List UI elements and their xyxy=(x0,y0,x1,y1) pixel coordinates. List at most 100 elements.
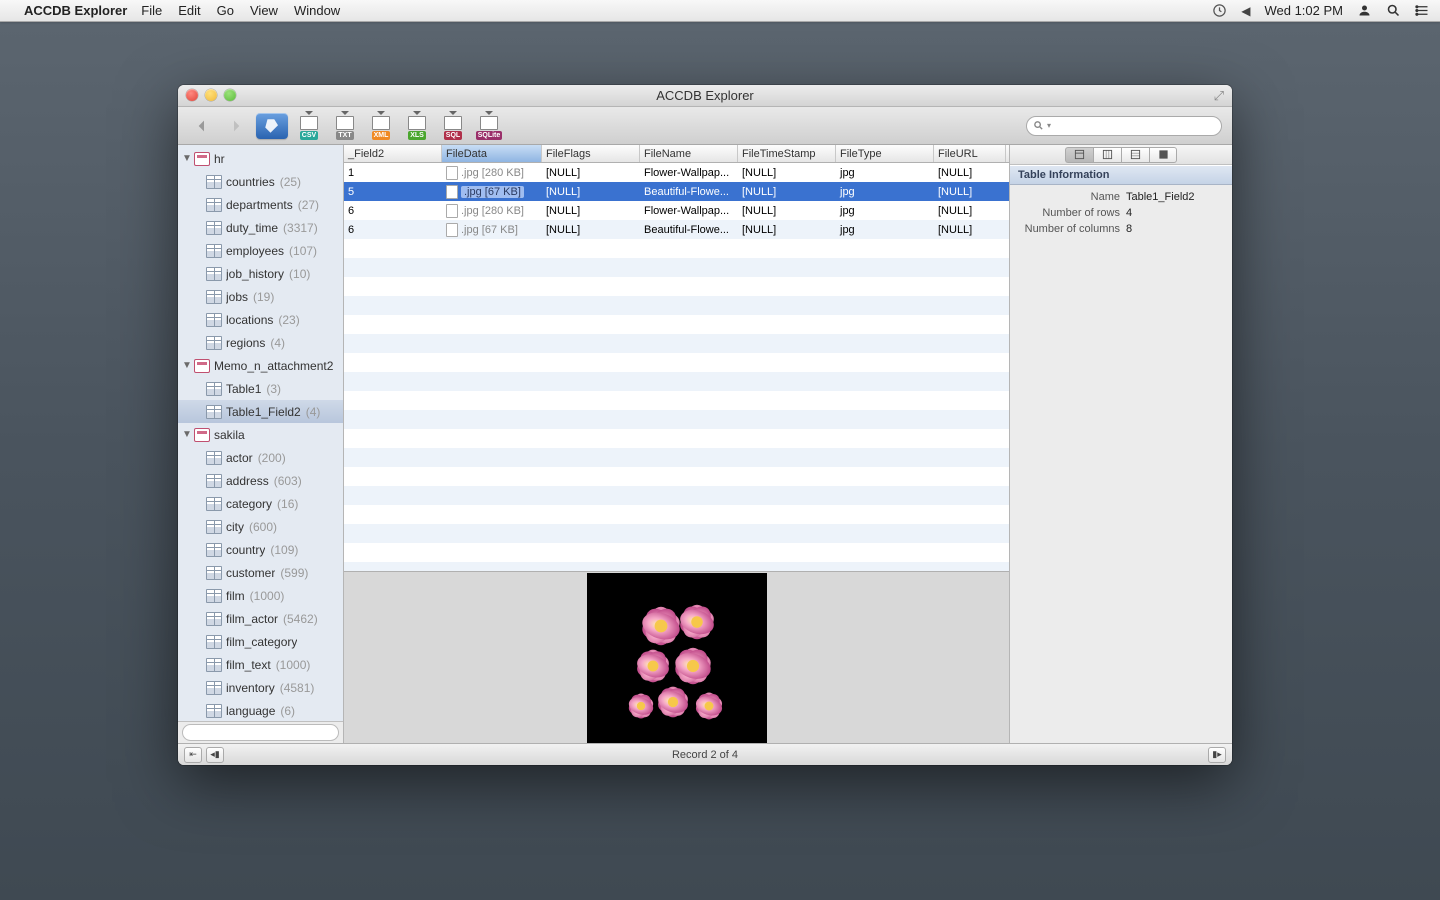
nav-forward-button[interactable] xyxy=(222,114,250,138)
table-icon xyxy=(206,405,222,419)
table-category[interactable]: category(16) xyxy=(178,492,343,515)
column-header-FileData[interactable]: FileData xyxy=(442,145,542,162)
table-employees[interactable]: employees(107) xyxy=(178,239,343,262)
inspector-heading: Table Information xyxy=(1010,165,1232,185)
table-row[interactable]: 5.jpg [67 KB][NULL]Beautiful-Flowe...[NU… xyxy=(344,182,1009,201)
menu-file[interactable]: File xyxy=(141,3,162,18)
table-Table1_Field2[interactable]: Table1_Field2(4) xyxy=(178,400,343,423)
table-row[interactable]: 6.jpg [280 KB][NULL]Flower-Wallpap...[NU… xyxy=(344,201,1009,220)
run-query-button[interactable] xyxy=(256,113,288,139)
disclosure-triangle-icon[interactable]: ▼ xyxy=(182,429,194,440)
table-inventory[interactable]: inventory(4581) xyxy=(178,676,343,699)
table-icon xyxy=(206,221,222,235)
data-grid-area: _Field2FileDataFileFlagsFileNameFileTime… xyxy=(344,145,1010,743)
table-locations[interactable]: locations(23) xyxy=(178,308,343,331)
view-tab-table-icon[interactable] xyxy=(1065,147,1093,163)
export-sqlite-button[interactable]: SQLite xyxy=(474,112,504,140)
sidebar: ▼hrcountries(25)departments(27)duty_time… xyxy=(178,145,344,743)
inspector-view-tabs xyxy=(1010,145,1232,165)
table-icon xyxy=(206,382,222,396)
table-address[interactable]: address(603) xyxy=(178,469,343,492)
table-departments[interactable]: departments(27) xyxy=(178,193,343,216)
user-icon[interactable] xyxy=(1357,3,1372,18)
window-close-button[interactable] xyxy=(186,89,198,101)
view-tab-rows-icon[interactable] xyxy=(1121,147,1149,163)
window-zoom-button[interactable] xyxy=(224,89,236,101)
table-actor[interactable]: actor(200) xyxy=(178,446,343,469)
table-row[interactable]: 6.jpg [67 KB][NULL]Beautiful-Flowe...[NU… xyxy=(344,220,1009,239)
table-countries[interactable]: countries(25) xyxy=(178,170,343,193)
disclosure-triangle-icon[interactable]: ▼ xyxy=(182,360,194,371)
app-name[interactable]: ACCDB Explorer xyxy=(24,3,127,18)
table-film[interactable]: film(1000) xyxy=(178,584,343,607)
database-icon xyxy=(194,428,210,442)
table-language[interactable]: language(6) xyxy=(178,699,343,721)
table-icon xyxy=(206,313,222,327)
table-icon xyxy=(206,543,222,557)
fullscreen-icon[interactable]: ⤢ xyxy=(1214,88,1224,104)
sidebar-search xyxy=(178,721,343,743)
view-tab-columns-icon[interactable] xyxy=(1093,147,1121,163)
spotlight-icon[interactable] xyxy=(1386,3,1401,18)
table-icon xyxy=(206,244,222,258)
column-header-FileTimeStamp[interactable]: FileTimeStamp xyxy=(738,145,836,162)
table-film_text[interactable]: film_text(1000) xyxy=(178,653,343,676)
window-titlebar[interactable]: ACCDB Explorer ⤢ xyxy=(178,85,1232,107)
table-icon xyxy=(206,704,222,718)
preview-image[interactable] xyxy=(587,573,767,743)
inspector-body: NameTable1_Field2Number of rows4Number o… xyxy=(1010,185,1232,245)
table-jobs[interactable]: jobs(19) xyxy=(178,285,343,308)
notification-center-icon[interactable] xyxy=(1415,3,1430,18)
search-chevron-icon: ▾ xyxy=(1047,121,1051,130)
mac-menubar: ACCDB Explorer File Edit Go View Window … xyxy=(0,0,1440,22)
column-header-FileFlags[interactable]: FileFlags xyxy=(542,145,640,162)
record-indicator: Record 2 of 4 xyxy=(672,749,738,761)
view-tab-expand-icon[interactable] xyxy=(1149,147,1177,163)
table-country[interactable]: country(109) xyxy=(178,538,343,561)
column-header-FileURL[interactable]: FileURL xyxy=(934,145,1006,162)
table-job_history[interactable]: job_history(10) xyxy=(178,262,343,285)
menu-go[interactable]: Go xyxy=(217,3,234,18)
menu-view[interactable]: View xyxy=(250,3,278,18)
table-city[interactable]: city(600) xyxy=(178,515,343,538)
nav-back-button[interactable] xyxy=(188,114,216,138)
window-minimize-button[interactable] xyxy=(205,89,217,101)
menu-window[interactable]: Window xyxy=(294,3,340,18)
table-row[interactable]: 1.jpg [280 KB][NULL]Flower-Wallpap...[NU… xyxy=(344,163,1009,182)
grid-body[interactable]: 1.jpg [280 KB][NULL]Flower-Wallpap...[NU… xyxy=(344,163,1009,571)
export-csv-button[interactable]: CSV xyxy=(294,112,324,140)
table-icon xyxy=(206,336,222,350)
next-record-button[interactable]: ▮▸ xyxy=(1208,747,1226,763)
volume-icon[interactable]: ◀ xyxy=(1241,4,1250,18)
disclosure-triangle-icon[interactable]: ▼ xyxy=(182,153,194,164)
export-xls-button[interactable]: XLS xyxy=(402,112,432,140)
table-film_category[interactable]: film_category xyxy=(178,630,343,653)
table-tree[interactable]: ▼hrcountries(25)departments(27)duty_time… xyxy=(178,145,343,721)
table-film_actor[interactable]: film_actor(5462) xyxy=(178,607,343,630)
first-record-button[interactable]: ⇤ xyxy=(184,747,202,763)
inspector-row: NameTable1_Field2 xyxy=(1018,191,1224,203)
column-header-FileType[interactable]: FileType xyxy=(836,145,934,162)
db-sakila[interactable]: ▼sakila xyxy=(178,423,343,446)
export-xml-button[interactable]: XML xyxy=(366,112,396,140)
toolbar-search[interactable]: ▾ xyxy=(1026,116,1222,136)
sidebar-search-input[interactable] xyxy=(182,724,339,741)
column-header-FileName[interactable]: FileName xyxy=(640,145,738,162)
table-customer[interactable]: customer(599) xyxy=(178,561,343,584)
grid-header[interactable]: _Field2FileDataFileFlagsFileNameFileTime… xyxy=(344,145,1009,163)
column-header-_Field2[interactable]: _Field2 xyxy=(344,145,442,162)
db-Memo_n_attachment2[interactable]: ▼Memo_n_attachment2 xyxy=(178,354,343,377)
table-duty_time[interactable]: duty_time(3317) xyxy=(178,216,343,239)
table-Table1[interactable]: Table1(3) xyxy=(178,377,343,400)
table-icon xyxy=(206,520,222,534)
database-icon xyxy=(194,152,210,166)
clock[interactable]: Wed 1:02 PM xyxy=(1264,3,1343,18)
export-txt-button[interactable]: TXT xyxy=(330,112,360,140)
prev-record-button[interactable]: ◂▮ xyxy=(206,747,224,763)
table-regions[interactable]: regions(4) xyxy=(178,331,343,354)
export-sql-button[interactable]: SQL xyxy=(438,112,468,140)
table-icon xyxy=(206,658,222,672)
menu-edit[interactable]: Edit xyxy=(178,3,200,18)
db-hr[interactable]: ▼hr xyxy=(178,147,343,170)
time-machine-icon[interactable] xyxy=(1212,3,1227,18)
